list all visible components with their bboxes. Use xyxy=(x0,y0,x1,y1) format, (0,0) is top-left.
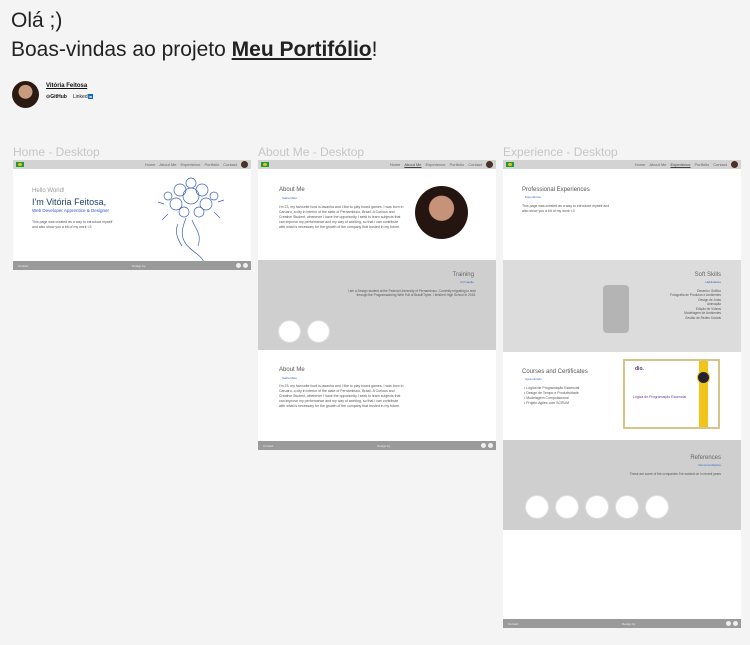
footer: Contact Design by xyxy=(13,261,251,270)
nav-portfolio[interactable]: Portfolio xyxy=(695,162,710,167)
training-section: Training Formação I am a Design student … xyxy=(258,260,496,350)
skills-subtitle: Habilidades xyxy=(705,280,721,284)
cert-seal-icon xyxy=(697,371,710,384)
footer-linkedin-icon[interactable] xyxy=(236,263,241,268)
references-text: These are some of the companies I've wor… xyxy=(629,472,721,476)
nav-contact[interactable]: Contact xyxy=(468,162,482,167)
hero-hello: Hello World! xyxy=(32,188,65,194)
footer-center: Design by xyxy=(622,622,636,626)
nav-experience[interactable]: Experience xyxy=(671,162,691,167)
brazil-flag-icon xyxy=(261,162,269,167)
github-badge[interactable]: ⊙GitHub xyxy=(46,94,67,100)
footer-linkedin-icon[interactable] xyxy=(726,621,731,626)
nav-experience[interactable]: Experience xyxy=(426,162,446,167)
navbar: Home About Me Experience Portfolio Conta… xyxy=(258,160,496,169)
skill-item: Gestão de Redes Sociais xyxy=(685,315,721,320)
footer-center: Design by xyxy=(377,444,391,448)
reference-logo-5[interactable] xyxy=(645,495,669,519)
brazil-flag-icon xyxy=(506,162,514,167)
experience-subtitle: Experiência xyxy=(525,195,541,199)
flower-sketch-illustration xyxy=(157,177,225,262)
about-text: I'm 23, my favourite food is lasanha and… xyxy=(279,205,404,229)
about-title: About Me xyxy=(279,187,305,193)
footer-center: Design by xyxy=(132,264,146,268)
nav-contact[interactable]: Contact xyxy=(223,162,237,167)
references-subtitle: Recomendações xyxy=(698,463,721,467)
welcome-prefix: Boas-vindas ao projeto xyxy=(11,38,232,61)
experience-title: Professional Experiences xyxy=(522,187,590,193)
frame-label-home: Home - Desktop xyxy=(13,145,100,159)
cert-logo: dio. xyxy=(635,366,644,372)
footer-left: Contact xyxy=(508,622,519,626)
footer-github-icon[interactable] xyxy=(733,621,738,626)
navbar: Home About Me Experience Portfolio Conta… xyxy=(13,160,251,169)
courses-title: Courses and Certificates xyxy=(522,369,588,375)
about-text-2: I'm 23, my favourite food is lasanha and… xyxy=(279,384,404,408)
footer-left: Contact xyxy=(18,264,29,268)
course-item: • Projeto Agiles com SCRUM xyxy=(524,400,569,405)
nav-home[interactable]: Home xyxy=(390,162,401,167)
nav-portfolio[interactable]: Portfolio xyxy=(450,162,465,167)
footer-linkedin-icon[interactable] xyxy=(481,443,486,448)
references-title: References xyxy=(690,455,721,461)
about-subtitle: Saiba Mais xyxy=(282,196,297,200)
nav-avatar[interactable] xyxy=(486,161,493,168)
welcome-heading: Boas-vindas ao projeto Meu Portifólio! xyxy=(11,38,377,62)
nav-about[interactable]: About Me xyxy=(404,162,421,167)
nav-experience[interactable]: Experience xyxy=(181,162,201,167)
frame-label-experience: Experience - Desktop xyxy=(503,145,618,159)
experience-frame[interactable]: Home About Me Experience Portfolio Conta… xyxy=(503,160,741,628)
school-logo xyxy=(307,320,330,343)
nav-home[interactable]: Home xyxy=(635,162,646,167)
footer: Contact Design by xyxy=(258,441,496,450)
certificate-image: dio. Lógica de Programação Essencial xyxy=(623,359,720,429)
nav-home[interactable]: Home xyxy=(145,162,156,167)
footer-github-icon[interactable] xyxy=(243,263,248,268)
footer-left: Contact xyxy=(263,444,274,448)
about-subtitle-2: Saiba Mais xyxy=(282,376,297,380)
training-text: I am a Design student at the Federal Uni… xyxy=(347,289,476,298)
reference-logo-3[interactable] xyxy=(585,495,609,519)
training-title: Training xyxy=(452,272,474,278)
project-name-link[interactable]: Meu Portifólio xyxy=(232,38,372,61)
ufpe-logo xyxy=(278,320,301,343)
references-section: References Recomendações These are some … xyxy=(503,440,741,530)
welcome-suffix: ! xyxy=(371,38,378,61)
training-subtitle: Formação xyxy=(460,280,474,284)
courses-list: • Lógica de Programação Essencial • Desi… xyxy=(524,386,614,406)
home-frame[interactable]: Home About Me Experience Portfolio Conta… xyxy=(13,160,251,270)
about-frame[interactable]: Home About Me Experience Portfolio Conta… xyxy=(258,160,496,450)
about-title-2: About Me xyxy=(279,367,305,373)
author-name-link[interactable]: Vitória Feitosa xyxy=(46,83,93,89)
reference-logo-2[interactable] xyxy=(555,495,579,519)
author-card: Vitória Feitosa ⊙GitHub Linkedin xyxy=(12,81,94,108)
nav-avatar[interactable] xyxy=(241,161,248,168)
hero-name: I'm Vitória Feitosa, xyxy=(32,197,107,207)
brazil-flag-icon xyxy=(16,162,24,167)
frame-label-about: About Me - Desktop xyxy=(258,145,365,159)
footer-github-icon[interactable] xyxy=(488,443,493,448)
nav-about[interactable]: About Me xyxy=(649,162,666,167)
hero-role: Web Developer Apprentice & Designer xyxy=(32,208,109,213)
nav-portfolio[interactable]: Portfolio xyxy=(205,162,220,167)
navbar: Home About Me Experience Portfolio Conta… xyxy=(503,160,741,169)
experience-intro: This page was created as a way to introd… xyxy=(522,204,610,213)
courses-subtitle: Aprendizado xyxy=(525,377,542,381)
author-avatar xyxy=(12,81,39,108)
skills-title: Soft Skills xyxy=(694,272,721,278)
reference-logo-4[interactable] xyxy=(615,495,639,519)
cert-title: Lógica de Programação Essencial xyxy=(633,395,687,399)
profile-photo xyxy=(415,186,468,239)
reference-logo-1[interactable] xyxy=(525,495,549,519)
hero-intro: This page was created as a way to introd… xyxy=(32,220,113,229)
nav-about[interactable]: About Me xyxy=(159,162,176,167)
soft-skills-section: Soft Skills Habilidades Desenho Gráfico … xyxy=(503,260,741,352)
nav-avatar[interactable] xyxy=(731,161,738,168)
skills-list: Desenho Gráfico Fotografia de Produtos e… xyxy=(611,289,721,320)
footer: Contact Design by xyxy=(503,619,741,628)
linkedin-badge[interactable]: Linkedin xyxy=(73,94,94,100)
greeting-heading: Olá ;) xyxy=(11,9,63,32)
nav-contact[interactable]: Contact xyxy=(713,162,727,167)
